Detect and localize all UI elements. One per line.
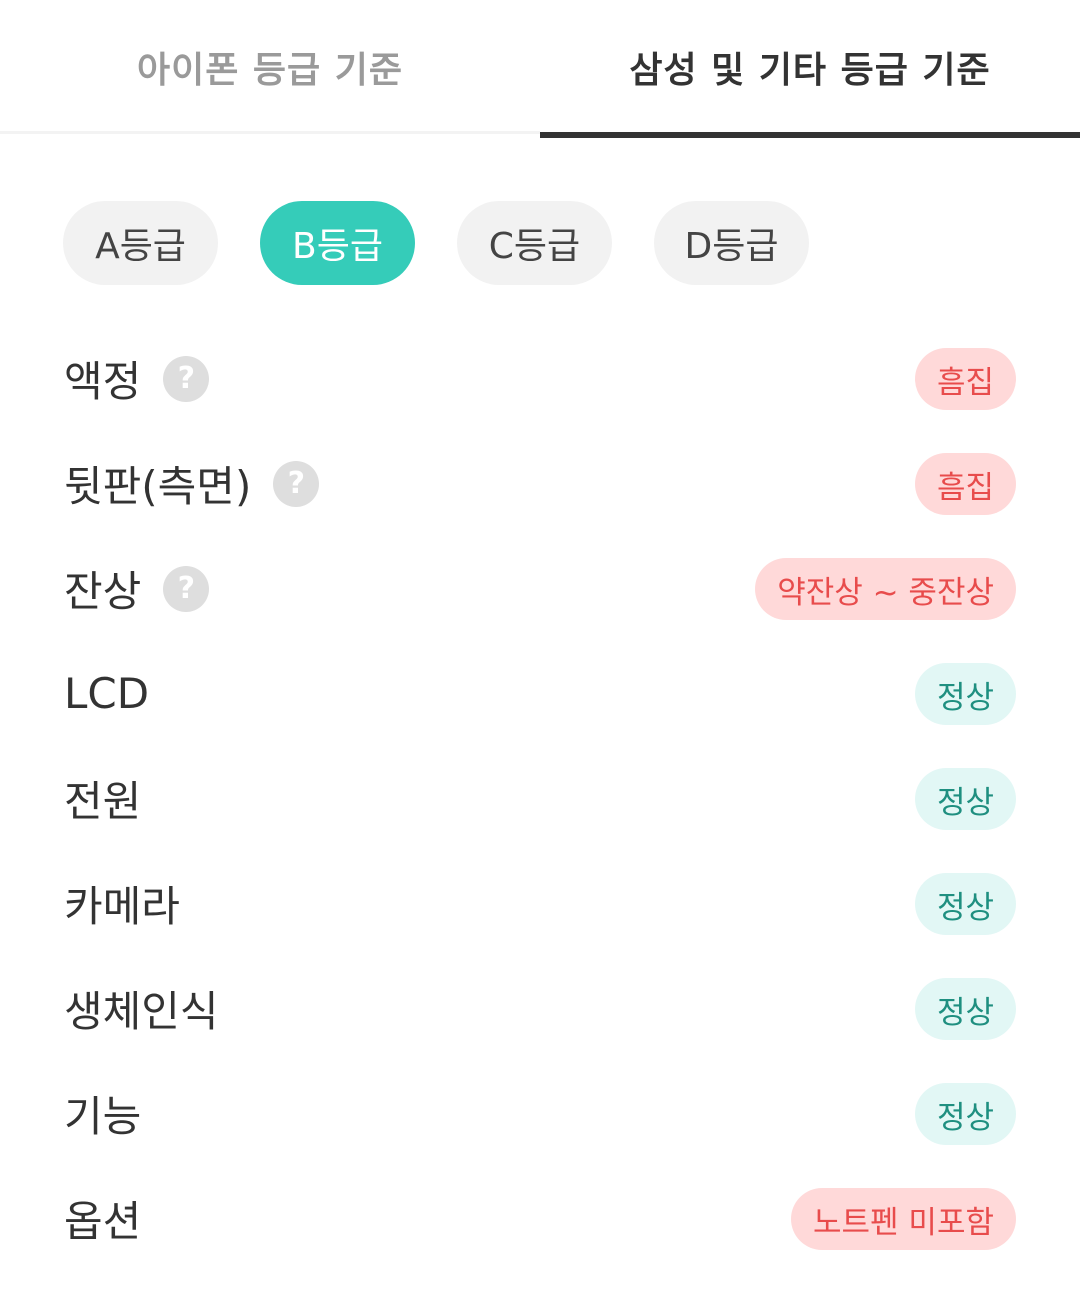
criteria-row-burn-in: 잔상 ? 약잔상 ~ 중잔상	[0, 536, 1080, 641]
criteria-label: 액정	[64, 357, 142, 406]
status-badge: 정상	[914, 663, 1016, 725]
criteria-label-group: 뒷판(측면) ?	[64, 431, 320, 536]
criteria-row-power: 전원 정상	[0, 746, 1080, 851]
status-badge: 약잔상 ~ 중잔상	[755, 558, 1016, 620]
help-icon[interactable]: ?	[163, 565, 210, 612]
grade-chip-d[interactable]: D등급	[654, 201, 809, 285]
criteria-label-group: 생체인식	[64, 956, 219, 1061]
criteria-label-group: LCD	[64, 641, 149, 746]
criteria-label: 기능	[64, 1092, 142, 1141]
status-badge: 정상	[914, 873, 1016, 935]
status-badge: 정상	[914, 978, 1016, 1040]
criteria-row-lcd: LCD 정상	[0, 641, 1080, 746]
grade-chip-c[interactable]: C등급	[457, 201, 612, 285]
tab-samsung-other-grade[interactable]: 삼성 및 기타 등급 기준	[540, 0, 1080, 138]
criteria-label-group: 기능	[64, 1061, 141, 1166]
criteria-row-back-side: 뒷판(측면) ? 흠집	[0, 431, 1080, 536]
tab-label: 삼성 및 기타 등급 기준	[629, 50, 991, 91]
status-badge: 정상	[914, 768, 1016, 830]
grade-chip-group: A등급 B등급 C등급 D등급	[63, 201, 809, 285]
status-badge: 흠집	[914, 453, 1016, 515]
criteria-row-option: 옵션 노트펜 미포함	[0, 1166, 1080, 1271]
criteria-row-function: 기능 정상	[0, 1061, 1080, 1166]
status-badge: 흠집	[914, 348, 1016, 410]
criteria-list: 액정 ? 흠집 뒷판(측면) ? 흠집 잔상 ? 약잔상 ~ 중잔상 LCD 정…	[0, 326, 1080, 1271]
criteria-label-group: 전원	[64, 746, 141, 851]
criteria-label: LCD	[64, 669, 150, 718]
criteria-label: 전원	[64, 777, 142, 826]
criteria-label: 잔상	[64, 567, 142, 616]
help-icon[interactable]: ?	[163, 355, 210, 402]
criteria-label: 옵션	[64, 1197, 142, 1246]
criteria-label-group: 옵션	[64, 1166, 141, 1271]
criteria-label: 생체인식	[64, 987, 219, 1036]
help-icon[interactable]: ?	[273, 460, 320, 507]
status-badge: 정상	[914, 1083, 1016, 1145]
active-tab-indicator	[540, 132, 1080, 138]
status-badge: 노트펜 미포함	[791, 1188, 1016, 1250]
grade-chip-a[interactable]: A등급	[63, 201, 218, 285]
grade-chip-b[interactable]: B등급	[260, 201, 415, 285]
criteria-row-screen: 액정 ? 흠집	[0, 326, 1080, 431]
grade-standard-tabs: 아이폰 등급 기준 삼성 및 기타 등급 기준	[0, 0, 1080, 138]
criteria-label-group: 액정 ?	[64, 326, 210, 431]
tab-label: 아이폰 등급 기준	[137, 50, 403, 91]
tab-iphone-grade[interactable]: 아이폰 등급 기준	[0, 0, 540, 138]
criteria-label: 뒷판(측면)	[64, 462, 252, 511]
criteria-label-group: 잔상 ?	[64, 536, 210, 641]
criteria-label-group: 카메라	[64, 851, 180, 956]
criteria-label: 카메라	[64, 882, 180, 931]
criteria-row-camera: 카메라 정상	[0, 851, 1080, 956]
criteria-row-biometrics: 생체인식 정상	[0, 956, 1080, 1061]
tab-divider	[0, 131, 540, 134]
